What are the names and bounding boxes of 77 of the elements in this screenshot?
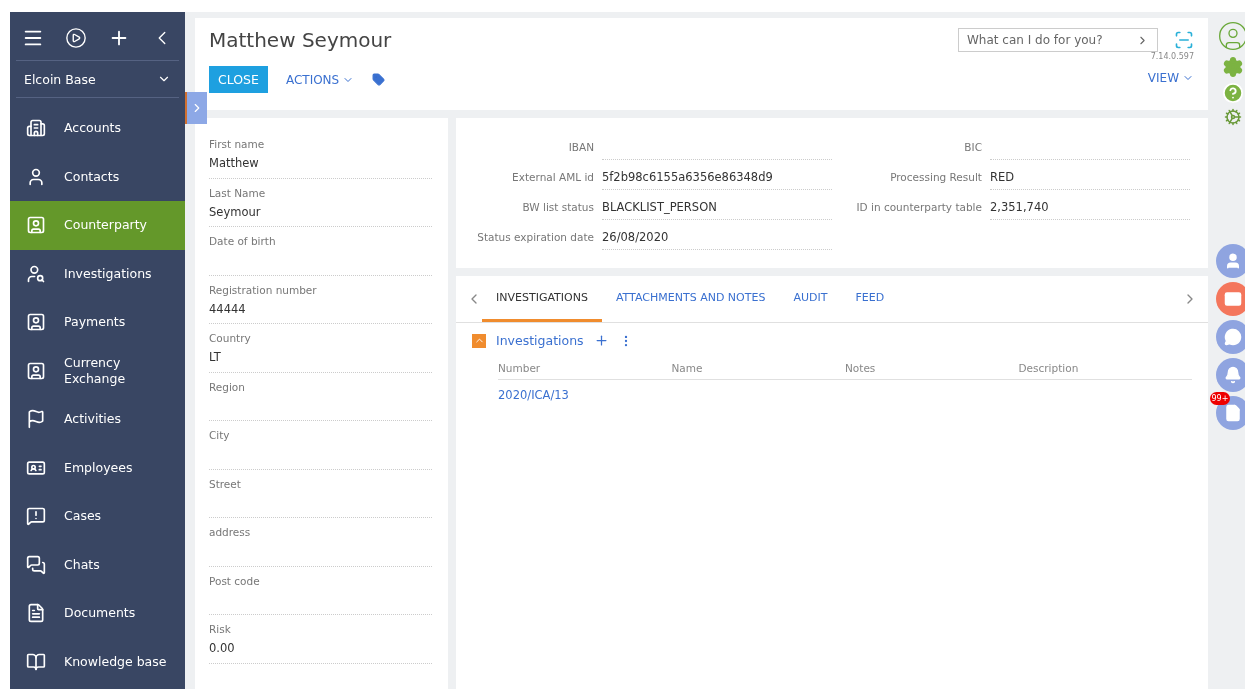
document-icon [1223, 404, 1242, 422]
scan-icon[interactable] [1174, 30, 1194, 50]
count-badge: 99+ [1209, 392, 1231, 405]
page-title: Matthew Seymour [209, 28, 392, 52]
bell-icon [1223, 366, 1242, 384]
form-field[interactable]: Country LT [209, 324, 432, 373]
contact-card-icon [26, 215, 46, 236]
field-label: BW list status [521, 201, 594, 213]
nav-item[interactable]: Documents [10, 589, 185, 638]
section-title[interactable]: Investigations [496, 333, 584, 348]
field-value[interactable]: BLACKLIST_PERSON [602, 194, 832, 220]
rail-button[interactable] [1215, 320, 1245, 354]
column-header: Description [1018, 362, 1080, 374]
form-field[interactable]: Post code [209, 566, 432, 615]
form-field[interactable]: Street [209, 469, 432, 518]
nav-item[interactable]: Knowledge base [10, 637, 185, 686]
form-field[interactable]: Risk 0.00 [209, 615, 432, 664]
view-button[interactable]: VIEW [1147, 71, 1194, 85]
nav-item[interactable]: Chats [10, 540, 185, 589]
nav-item[interactable]: Investigations [10, 249, 185, 298]
expand-tab[interactable] [185, 92, 207, 124]
workplace-dropdown[interactable]: Elcoin Base [16, 60, 179, 98]
person-icon [26, 166, 46, 187]
rail-button[interactable] [1215, 244, 1245, 278]
field-value[interactable]: 2,351,740 [990, 194, 1190, 220]
help-icon[interactable] [1221, 82, 1244, 104]
search-field[interactable]: What can I do for you? [958, 28, 1158, 52]
tab[interactable]: ATTACHMENTS AND NOTES [601, 276, 780, 322]
field-label: ID in counterparty table [855, 201, 982, 213]
play-icon[interactable] [65, 27, 87, 49]
document-icon [26, 603, 46, 624]
form-field[interactable]: Date of birth [209, 227, 432, 276]
field-value[interactable]: RED [990, 164, 1190, 190]
nav-item[interactable]: Contacts [10, 152, 185, 201]
nav-item[interactable]: Currency Exchange [10, 346, 185, 395]
nav-item[interactable]: Payments [10, 298, 185, 347]
plus-icon[interactable] [593, 333, 609, 348]
column-header: Name [671, 362, 704, 374]
field-value[interactable]: 5f2b98c6155a6356e86348d9 [602, 164, 832, 190]
nav-item[interactable]: Activities [10, 395, 185, 444]
building-icon [26, 118, 46, 139]
form-field[interactable]: First name Matthew [209, 130, 432, 179]
table-link[interactable]: 2020/ICA/13 [498, 388, 672, 402]
user-avatar-icon[interactable] [1216, 20, 1245, 52]
form-field[interactable]: Region [209, 372, 432, 421]
alert-icon [26, 506, 46, 527]
column-header: Notes [845, 362, 877, 374]
tab[interactable]: INVESTIGATIONS [482, 276, 602, 322]
flag-icon [26, 409, 46, 430]
field-label: Processing Result [889, 171, 982, 183]
actions-button[interactable]: ACTIONS [285, 72, 355, 87]
form-field[interactable]: Last Name Seymour [209, 178, 432, 227]
tab[interactable]: FEED [841, 276, 899, 322]
nav-item[interactable]: Accounts [10, 104, 185, 153]
nav-item[interactable]: Cases [10, 492, 185, 541]
nav-item[interactable]: Employees [10, 443, 185, 492]
field-label: External AML id [511, 171, 594, 183]
chat-icon [1223, 328, 1242, 346]
form-field[interactable]: City [209, 421, 432, 470]
contact-card-icon [26, 360, 46, 381]
book-icon [26, 651, 46, 672]
contact-card-icon [26, 312, 46, 333]
chat-icon [26, 554, 46, 575]
form-field[interactable]: address [209, 518, 432, 567]
version-label: 7.14.0.597 [1150, 52, 1194, 61]
column-header: Number [498, 362, 542, 374]
field-label: Status expiration date [476, 231, 594, 243]
field-label: IBAN [567, 141, 594, 153]
detective-icon [26, 263, 46, 284]
rail-button[interactable] [1215, 358, 1245, 392]
tag-icon[interactable] [372, 73, 386, 86]
rail-button[interactable] [1215, 282, 1245, 316]
collapse-button[interactable] [472, 333, 486, 348]
form-field[interactable]: Registration number 44444 [209, 275, 432, 324]
tab[interactable]: AUDIT [779, 276, 842, 322]
field-label: BIC [963, 141, 982, 153]
field-value[interactable]: 26/08/2020 [602, 224, 832, 250]
